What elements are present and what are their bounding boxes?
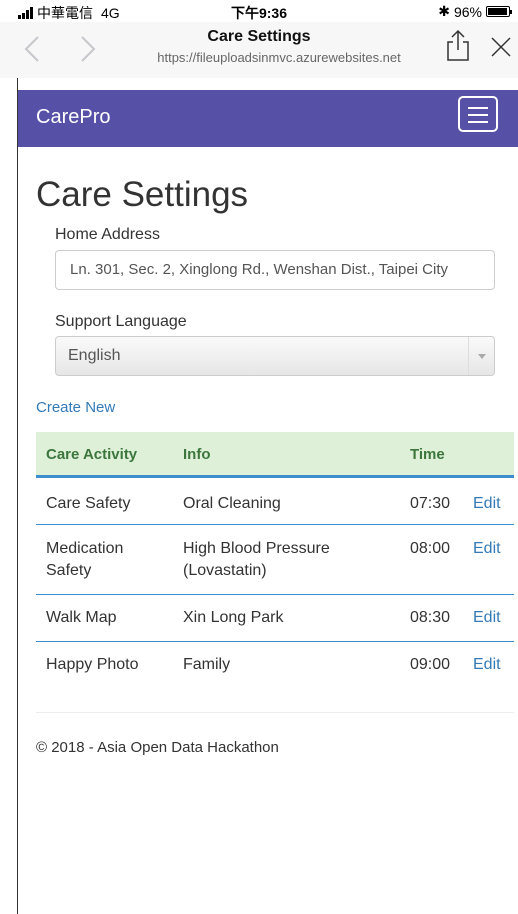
language-select[interactable]: English [55,336,495,376]
header-info: Info [183,446,211,463]
edit-link[interactable]: Edit [473,654,501,676]
chevron-down-icon[interactable] [468,337,494,375]
battery-icon [486,6,512,17]
share-icon[interactable] [445,28,471,62]
edit-link[interactable]: Edit [473,607,501,629]
cell-info: High Blood Pressure (Lovastatin) [183,540,330,579]
cell-activity: Medication Safety [46,540,124,579]
home-address-label: Home Address [55,226,160,243]
footer-text: © 2018 - Asia Open Data Hackathon [36,739,279,756]
footer-divider [36,712,514,713]
frame-border [17,78,18,914]
table-row: Walk Map Xin Long Park 08:30 Edit [36,595,514,642]
browser-url[interactable]: https://fileuploadsinmvc.azurewebsites.n… [0,50,518,65]
cell-info: Xin Long Park [183,609,284,626]
cell-info: Family [183,656,231,673]
cell-time: 08:00 [410,540,451,557]
page-title: Care Settings [36,175,249,214]
language-label: Support Language [55,313,187,330]
battery-percent: 96% [453,3,482,20]
hamburger-icon[interactable] [458,96,498,132]
cell-time: 07:30 [410,495,451,512]
table-row: Happy Photo Family 09:00 Edit [36,642,514,688]
cell-activity: Happy Photo [46,656,139,673]
table-header: Care Activity Info Time [36,432,514,478]
cell-time: 08:30 [410,609,451,626]
status-right: ✱ 96% [438,3,512,20]
cell-time: 09:00 [410,656,451,673]
create-new-link[interactable]: Create New [36,399,115,416]
brand-link[interactable]: CarePro [36,106,110,129]
battery-fill [488,8,508,15]
browser-bar: Care Settings https://fileuploadsinmvc.a… [0,22,518,78]
header-time: Time [410,446,445,463]
language-selected-value: English [68,347,121,364]
table-row: Care Safety Oral Cleaning 07:30 Edit [36,478,514,525]
cell-activity: Care Safety [46,495,131,512]
close-icon[interactable] [490,36,512,58]
table-row: Medication Safety High Blood Pressure (L… [36,525,514,595]
cell-activity: Walk Map [46,609,117,626]
home-address-input[interactable]: Ln. 301, Sec. 2, Xinglong Rd., Wenshan D… [55,250,495,290]
status-bar: 中華電信 4G 下午9:36 ✱ 96% [0,0,518,22]
bluetooth-icon: ✱ [438,3,450,19]
browser-page-title: Care Settings [207,28,311,45]
navbar: CarePro [18,90,518,147]
edit-link[interactable]: Edit [473,493,501,515]
cell-info: Oral Cleaning [183,495,281,512]
edit-link[interactable]: Edit [473,538,501,560]
header-care-activity: Care Activity [46,446,138,463]
